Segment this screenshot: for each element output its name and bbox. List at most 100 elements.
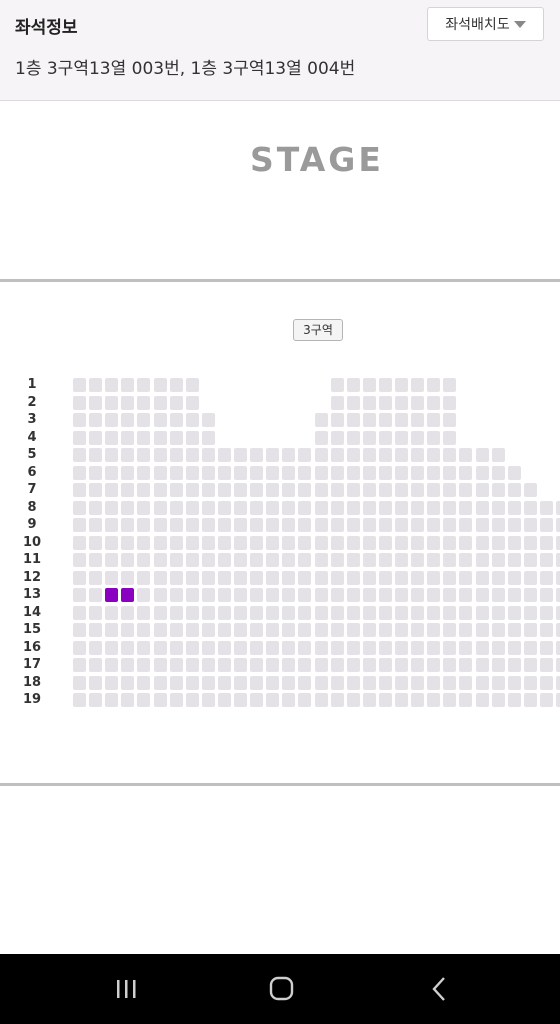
seat[interactable] [153,535,167,550]
seat[interactable] [185,675,199,690]
seat[interactable] [234,535,247,550]
seat[interactable] [491,640,505,655]
seat[interactable] [411,623,425,637]
seat[interactable] [121,605,135,620]
seat[interactable] [201,658,215,672]
seat[interactable] [411,378,425,392]
seat[interactable] [507,570,521,585]
seat[interactable] [459,658,473,672]
seat[interactable] [346,518,360,532]
seat[interactable] [523,553,537,567]
seat[interactable] [153,570,167,585]
seat[interactable] [395,465,408,480]
seat[interactable] [137,413,151,427]
seat[interactable] [330,483,344,497]
seat[interactable] [491,500,505,515]
seat[interactable] [427,465,441,480]
seat[interactable] [362,413,376,427]
seat[interactable] [491,448,505,462]
seat[interactable] [234,693,247,707]
seat[interactable] [314,448,328,462]
seat[interactable] [330,588,344,602]
seat[interactable] [105,693,119,707]
seat[interactable] [234,553,247,567]
seat[interactable] [153,483,167,497]
seat[interactable] [378,553,392,567]
seat[interactable] [346,553,360,567]
seat[interactable] [395,693,408,707]
seat[interactable] [234,623,247,637]
seat[interactable] [507,518,521,532]
seat[interactable] [201,483,215,497]
seat[interactable] [234,465,247,480]
seat[interactable] [443,395,457,410]
seat[interactable] [153,623,167,637]
seat[interactable] [266,448,280,462]
seat[interactable] [201,448,215,462]
seat[interactable] [137,500,151,515]
seat[interactable] [346,465,360,480]
seat[interactable] [201,500,215,515]
seat[interactable] [539,553,553,567]
seat[interactable] [443,518,457,532]
seat[interactable] [378,500,392,515]
seat[interactable] [137,675,151,690]
seat[interactable] [169,448,183,462]
seat[interactable] [266,483,280,497]
seat[interactable] [378,588,392,602]
seat[interactable] [105,448,119,462]
seat[interactable] [185,570,199,585]
seat[interactable] [330,605,344,620]
seat[interactable] [314,518,328,532]
seat[interactable] [427,640,441,655]
seat[interactable] [411,500,425,515]
seat[interactable] [459,535,473,550]
seat[interactable] [395,518,408,532]
seat[interactable] [121,500,135,515]
seat[interactable] [427,605,441,620]
seat[interactable] [121,640,135,655]
seat[interactable] [89,658,103,672]
seat[interactable] [314,430,328,445]
seat[interactable] [234,518,247,532]
seat[interactable] [475,588,489,602]
seat[interactable] [314,413,328,427]
seat[interactable] [346,430,360,445]
seat[interactable] [346,675,360,690]
seat[interactable] [105,553,119,567]
seat[interactable] [201,535,215,550]
seat[interactable] [105,395,119,410]
seat[interactable] [523,588,537,602]
seat[interactable] [137,430,151,445]
seat[interactable] [395,413,408,427]
seat[interactable] [411,588,425,602]
seat[interactable] [73,430,86,445]
seat[interactable] [217,570,231,585]
seat[interactable] [282,500,296,515]
seat[interactable] [185,483,199,497]
seat[interactable] [475,448,489,462]
seat[interactable] [362,535,376,550]
seat[interactable] [362,518,376,532]
seat[interactable] [298,465,312,480]
seat[interactable] [427,413,441,427]
seat[interactable] [266,640,280,655]
seat[interactable] [89,693,103,707]
seat[interactable] [105,518,119,532]
seat[interactable] [266,518,280,532]
seat[interactable] [105,535,119,550]
seat[interactable] [73,658,86,672]
seat[interactable] [250,553,264,567]
seat[interactable] [362,570,376,585]
seat[interactable] [105,623,119,637]
seat[interactable] [282,675,296,690]
seat[interactable] [250,623,264,637]
seat[interactable] [185,535,199,550]
seat[interactable] [217,500,231,515]
seat[interactable] [89,605,103,620]
seat[interactable] [362,378,376,392]
seat[interactable] [121,430,135,445]
seat[interactable] [362,395,376,410]
seat[interactable] [539,675,553,690]
seat[interactable] [556,588,560,602]
